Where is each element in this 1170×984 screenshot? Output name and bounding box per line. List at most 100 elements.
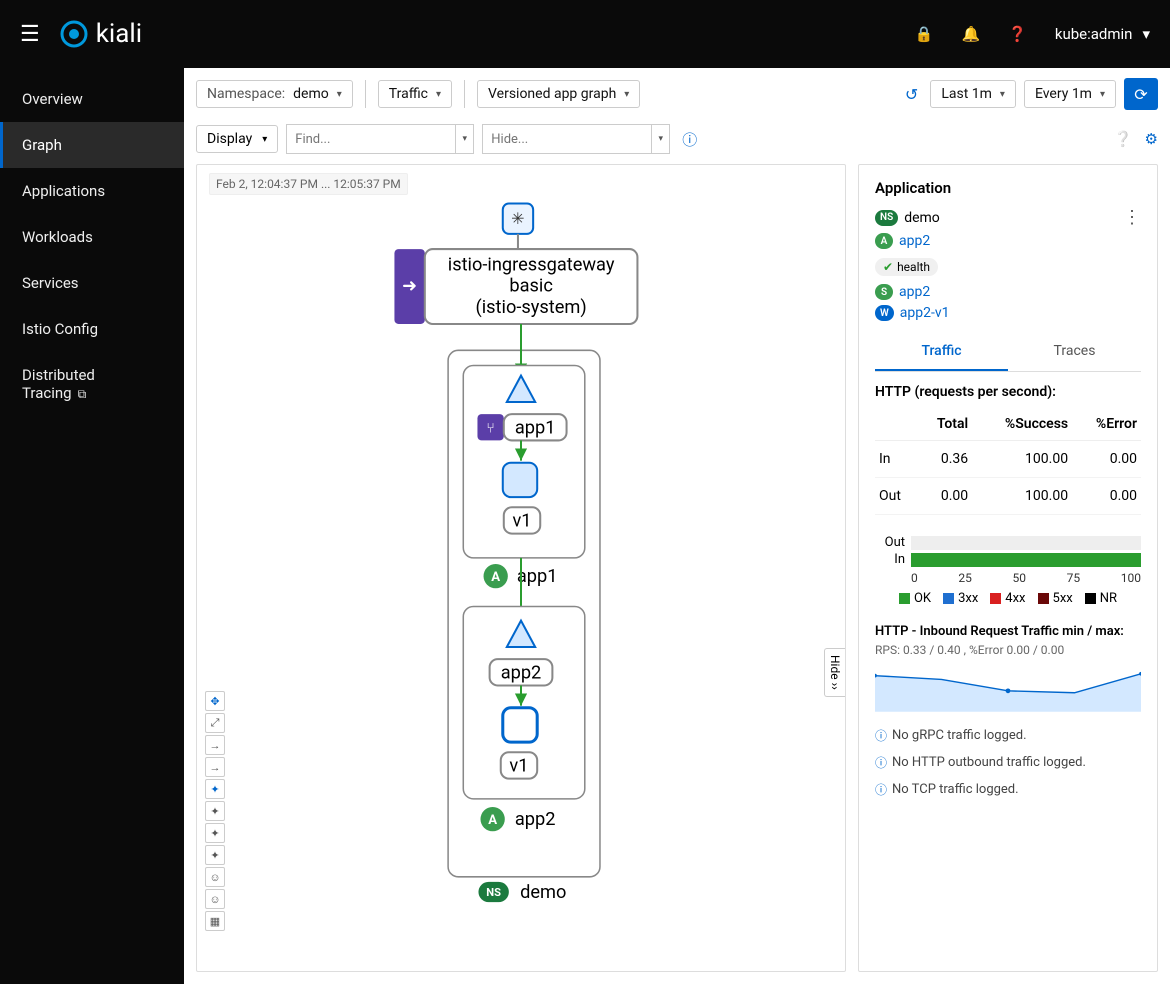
info-icon: ⓘ bbox=[875, 727, 887, 744]
user-menu[interactable]: kube:admin ▾ bbox=[1055, 25, 1150, 43]
layout-h1-icon[interactable]: → bbox=[205, 735, 225, 755]
find-help-icon[interactable]: ⓘ bbox=[682, 129, 697, 150]
svg-text:⑂: ⑂ bbox=[486, 420, 494, 436]
graph-controls: ✥ ⤢ → → ✦ ✦ ✦ ✦ ☺ ☺ ▦ bbox=[205, 691, 225, 931]
msg-http-out: ⓘNo HTTP outbound traffic logged. bbox=[875, 754, 1141, 771]
sidebar-item-services[interactable]: Services bbox=[0, 260, 184, 306]
help-icon[interactable]: ❓ bbox=[1008, 25, 1027, 43]
graph-settings-icon[interactable]: ⚙ bbox=[1145, 130, 1158, 148]
info-icon: ⓘ bbox=[875, 754, 887, 771]
svg-text:app1: app1 bbox=[517, 566, 558, 587]
find-input[interactable] bbox=[286, 124, 456, 154]
inbound-sparkline: HTTP - Inbound Request Traffic min / max… bbox=[875, 624, 1141, 717]
svg-text:v1: v1 bbox=[512, 510, 531, 531]
panel-wl-link[interactable]: app2-v1 bbox=[900, 305, 950, 321]
menu-toggle[interactable]: ☰ bbox=[20, 22, 40, 47]
svg-text:demo: demo bbox=[520, 882, 566, 903]
msg-tcp: ⓘNo TCP traffic logged. bbox=[875, 781, 1141, 798]
hide-dropdown[interactable]: ▾ bbox=[652, 124, 670, 154]
bell-icon[interactable]: 🔔 bbox=[962, 25, 981, 43]
brand-text: kiali bbox=[96, 19, 142, 49]
svg-text:app2: app2 bbox=[501, 662, 542, 683]
find-dropdown[interactable]: ▾ bbox=[456, 124, 474, 154]
caret-down-icon: ▾ bbox=[1000, 89, 1005, 100]
layout3-icon[interactable]: ✦ bbox=[205, 823, 225, 843]
fit-icon[interactable]: ⤢ bbox=[205, 713, 225, 733]
ns-badge: NS bbox=[875, 210, 898, 226]
svg-text:istio-ingressgateway: istio-ingressgateway bbox=[448, 254, 615, 275]
msg-grpc: ⓘNo gRPC traffic logged. bbox=[875, 727, 1141, 744]
caret-down-icon: ▾ bbox=[337, 89, 342, 100]
graph-type-selector[interactable]: Versioned app graph ▾ bbox=[477, 80, 640, 108]
svg-text:➜: ➜ bbox=[402, 276, 417, 297]
layout6-icon[interactable]: ☺ bbox=[205, 889, 225, 909]
svg-text:(istio-system): (istio-system) bbox=[475, 297, 586, 318]
panel-app-link[interactable]: app2 bbox=[899, 233, 930, 249]
panel-namespace: demo bbox=[904, 210, 940, 226]
node-app2-service: app2 bbox=[490, 659, 553, 685]
table-row-out: Out 0.00 100.00 0.00 bbox=[875, 478, 1141, 515]
sidebar-item-distributed-tracing[interactable]: Distributed Tracing⧉ bbox=[0, 352, 184, 416]
refresh-interval-selector[interactable]: Every 1m ▾ bbox=[1024, 80, 1116, 108]
legend-icon[interactable]: ▦ bbox=[205, 911, 225, 931]
layout-h2-icon[interactable]: → bbox=[205, 757, 225, 777]
node-app1-service: ⑂ app1 bbox=[477, 414, 566, 440]
tab-traces[interactable]: Traces bbox=[1008, 333, 1141, 371]
replay-icon[interactable]: ↺ bbox=[905, 85, 918, 104]
svg-text:app1: app1 bbox=[515, 417, 556, 438]
kebab-menu[interactable]: ⋮ bbox=[1123, 207, 1141, 228]
svc-badge: S bbox=[875, 284, 893, 300]
duration-selector[interactable]: Last 1m ▾ bbox=[930, 80, 1016, 108]
graph-timestamp: Feb 2, 12:04:37 PM ... 12:05:37 PM bbox=[209, 173, 408, 195]
app-badge: A bbox=[875, 233, 893, 249]
layout1-icon[interactable]: ✦ bbox=[205, 779, 225, 799]
edge-label-selector[interactable]: Traffic ▾ bbox=[378, 80, 452, 108]
http-section-title: HTTP (requests per second): bbox=[875, 384, 1141, 400]
svg-text:A: A bbox=[491, 570, 500, 585]
caret-down-icon: ▾ bbox=[1100, 89, 1105, 100]
svg-text:basic: basic bbox=[509, 276, 553, 297]
caret-down-icon: ▾ bbox=[436, 89, 441, 100]
hide-panel-toggle[interactable]: Hide ›› bbox=[824, 648, 845, 697]
sidebar: Overview Graph Applications Workloads Se… bbox=[0, 68, 184, 984]
svg-text:✳: ✳ bbox=[511, 209, 525, 228]
refresh-button[interactable]: ⟳ bbox=[1124, 78, 1158, 110]
lock-icon[interactable]: 🔒 bbox=[915, 25, 934, 43]
svg-text:NS: NS bbox=[486, 886, 501, 899]
caret-down-icon: ▾ bbox=[262, 134, 267, 145]
sidebar-item-overview[interactable]: Overview bbox=[0, 76, 184, 122]
health-chip: ✔ health bbox=[875, 258, 938, 276]
external-link-icon: ⧉ bbox=[78, 387, 87, 401]
layout5-icon[interactable]: ☺ bbox=[205, 867, 225, 887]
appbox-label-app2: A app2 bbox=[481, 807, 556, 831]
sidebar-item-applications[interactable]: Applications bbox=[0, 168, 184, 214]
table-row-in: In 0.36 100.00 0.00 bbox=[875, 441, 1141, 478]
wl-badge: W bbox=[875, 305, 894, 321]
tab-traffic[interactable]: Traffic bbox=[875, 333, 1008, 371]
kiali-logo-icon bbox=[60, 20, 88, 48]
namespace-selector[interactable]: Namespace: demo ▾ bbox=[196, 80, 353, 108]
check-icon: ✔ bbox=[883, 260, 893, 274]
panel-svc-link[interactable]: app2 bbox=[899, 284, 930, 300]
svg-text:app2: app2 bbox=[515, 809, 556, 830]
layout4-icon[interactable]: ✦ bbox=[205, 845, 225, 865]
refresh-icon: ⟳ bbox=[1134, 85, 1147, 104]
node-ingressgateway: ➜ istio-ingressgateway basic (istio-syst… bbox=[394, 249, 637, 324]
hide-input[interactable] bbox=[482, 124, 652, 154]
svg-text:v1: v1 bbox=[509, 756, 528, 777]
layout2-icon[interactable]: ✦ bbox=[205, 801, 225, 821]
svg-text:A: A bbox=[488, 813, 497, 828]
panel-title: Application bbox=[875, 179, 951, 197]
sidebar-item-istio-config[interactable]: Istio Config bbox=[0, 306, 184, 352]
sidebar-item-graph[interactable]: Graph bbox=[0, 122, 184, 168]
display-options[interactable]: Display ▾ bbox=[196, 125, 278, 153]
info-icon: ⓘ bbox=[875, 781, 887, 798]
drag-icon[interactable]: ✥ bbox=[205, 691, 225, 711]
graph-help-icon[interactable]: ❔ bbox=[1114, 130, 1133, 148]
brand-logo: kiali bbox=[60, 19, 142, 49]
caret-down-icon: ▾ bbox=[1142, 25, 1150, 43]
side-panel: Application NS demo ⋮ A app2 ✔ health S bbox=[858, 164, 1158, 972]
sidebar-item-workloads[interactable]: Workloads bbox=[0, 214, 184, 260]
graph-canvas[interactable]: Feb 2, 12:04:37 PM ... 12:05:37 PM ✳ ➜ i… bbox=[196, 164, 846, 972]
traffic-table: Total %Success %Error In 0.36 100.00 0.0… bbox=[875, 408, 1141, 515]
